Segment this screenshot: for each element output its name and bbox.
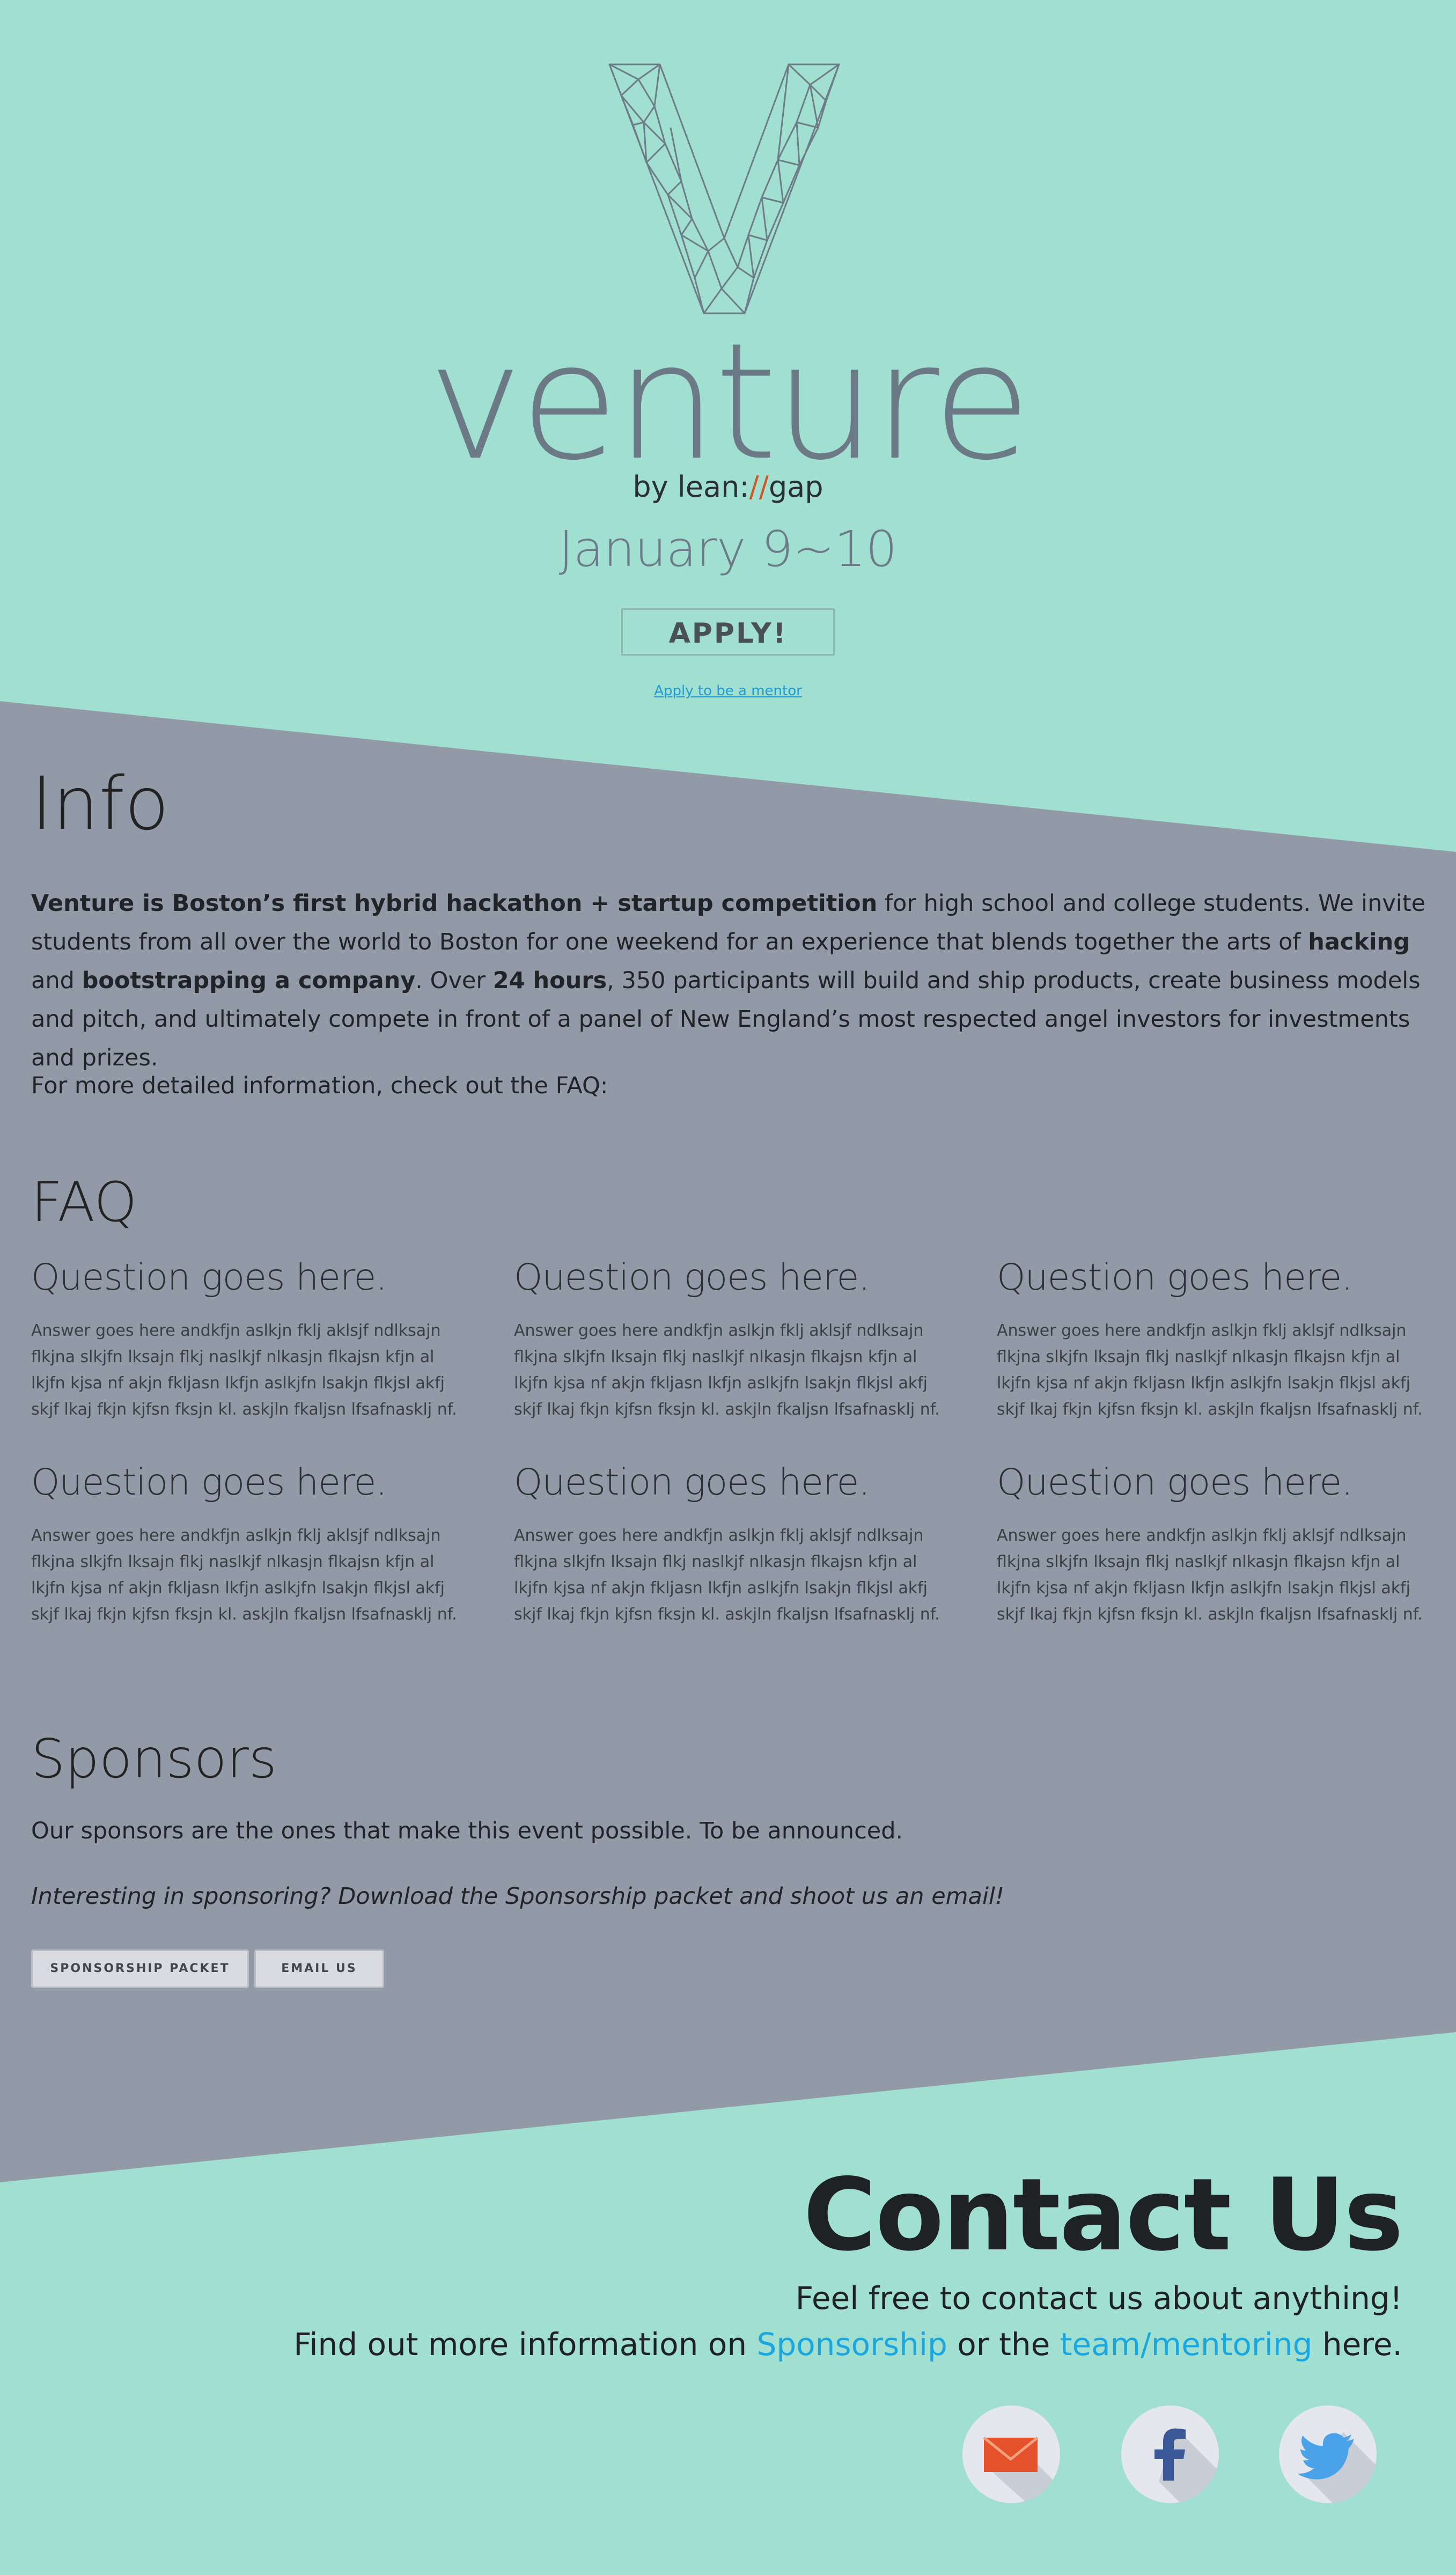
faq-question: Question goes here. [31,1461,387,1504]
twitter-icon[interactable] [1279,2405,1377,2503]
venture-v-logo [608,63,840,314]
apply-button[interactable]: APPLY! [621,608,835,656]
team-mentoring-link[interactable]: team/mentoring [1060,2326,1313,2363]
brand-byline: by lean://gap [633,470,823,504]
sponsorship-link[interactable]: Sponsorship [757,2326,947,2363]
faq-item: Question goes here. Answer goes here and… [31,1461,460,1628]
faq-question: Question goes here. [514,1256,870,1299]
email-icon[interactable] [962,2405,1060,2503]
faq-item: Question goes here. Answer goes here and… [514,1256,943,1423]
faq-item: Question goes here. Answer goes here and… [997,1461,1426,1628]
faq-answer: Answer goes here andkfjn aslkjn fklj akl… [997,1526,1423,1624]
faq-answer: Answer goes here andkfjn aslkjn fklj akl… [514,1526,940,1624]
contact-tagline: Feel free to contact us about anything! [795,2280,1402,2316]
facebook-icon[interactable] [1121,2405,1219,2503]
faq-pointer-text: For more detailed information, check out… [31,1072,608,1099]
faq-answer: Answer goes here andkfjn aslkjn fklj akl… [31,1321,457,1419]
faq-answer: Answer goes here andkfjn aslkjn fklj akl… [997,1321,1423,1419]
faq-question: Question goes here. [31,1256,387,1299]
faq-question: Question goes here. [997,1461,1353,1504]
info-paragraph: Venture is Boston’s first hybrid hackath… [31,890,1426,1071]
faq-item: Question goes here. Answer goes here and… [514,1461,943,1628]
info-heading: Info [31,762,170,847]
contact-info-line: Find out more information on Sponsorship… [293,2326,1402,2363]
sponsors-call-to-action: Interesting in sponsoring? Download the … [31,1883,1005,1910]
sponsors-text: Our sponsors are the ones that make this… [31,1818,903,1844]
sponsors-heading: Sponsors [31,1727,277,1790]
apply-mentor-link[interactable]: Apply to be a mentor [0,683,1456,699]
email-us-button[interactable]: EMAIL US [254,1949,384,1988]
faq-item: Question goes here. Answer goes here and… [997,1256,1426,1423]
faq-question: Question goes here. [997,1256,1353,1299]
brand-title: venture [428,308,1031,496]
faq-heading: FAQ [31,1171,137,1234]
sponsorship-packet-button[interactable]: SPONSORSHIP PACKET [31,1949,249,1988]
contact-heading: Contact Us [803,2157,1403,2273]
faq-answer: Answer goes here andkfjn aslkjn fklj akl… [31,1526,457,1624]
event-dates: January 9~10 [558,520,898,578]
faq-item: Question goes here. Answer goes here and… [31,1256,460,1423]
faq-answer: Answer goes here andkfjn aslkjn fklj akl… [514,1321,940,1419]
faq-question: Question goes here. [514,1461,870,1504]
